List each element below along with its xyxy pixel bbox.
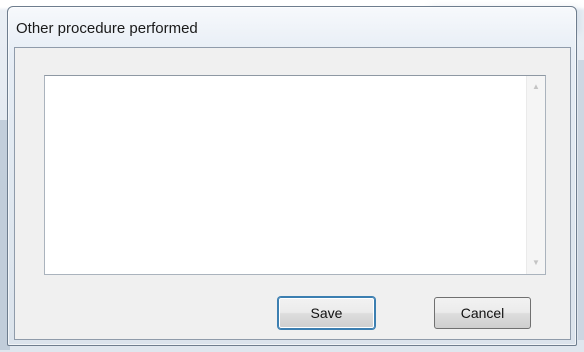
other-procedure-dialog: Other procedure performed ▲ ▼ Save Cance… xyxy=(7,6,577,346)
scroll-up-arrow-icon[interactable]: ▲ xyxy=(527,78,545,96)
vertical-scrollbar[interactable]: ▲ ▼ xyxy=(526,76,545,274)
dialog-client-area: ▲ ▼ Save Cancel xyxy=(14,47,571,340)
dialog-titlebar[interactable]: Other procedure performed xyxy=(8,7,576,47)
procedure-textarea[interactable] xyxy=(45,76,526,274)
procedure-text-box: ▲ ▼ xyxy=(44,75,546,275)
scroll-down-arrow-icon[interactable]: ▼ xyxy=(527,254,545,272)
save-button[interactable]: Save xyxy=(278,297,375,329)
cancel-button[interactable]: Cancel xyxy=(434,297,531,329)
dialog-title: Other procedure performed xyxy=(16,20,198,37)
background-window-edge-right xyxy=(578,60,584,340)
